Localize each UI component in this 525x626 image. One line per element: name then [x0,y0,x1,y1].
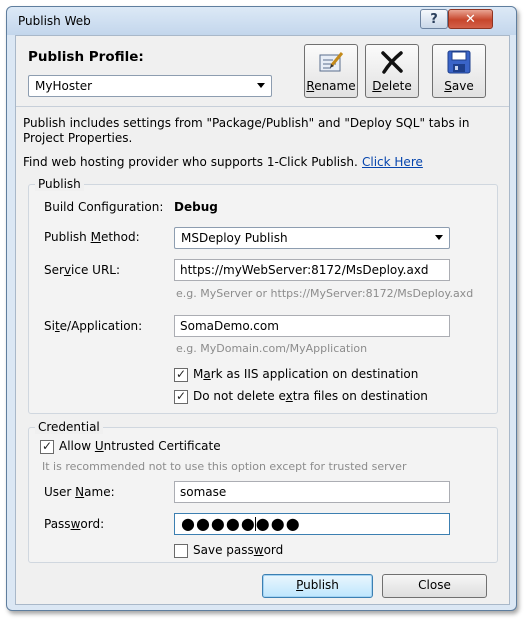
publish-web-dialog: Publish Web ? ✕ Publish Profile: MyHoste… [6,6,517,611]
save-password-label: Save password [193,543,284,557]
site-application-input[interactable]: SomaDemo.com [174,315,450,337]
close-button-label: Close [418,578,451,592]
header-separator [16,106,509,107]
publish-profile-label: Publish Profile: [28,49,144,65]
publish-profile-select[interactable]: MyHoster [28,75,272,97]
rename-icon [319,52,344,72]
checkmark-icon: ✓ [176,367,187,381]
do-not-delete-checkbox[interactable]: ✓ [174,389,188,404]
hosting-text: Find web hosting provider who supports 1… [23,155,358,169]
password-input[interactable]: ●●●●●●●● [174,513,450,535]
info-text-line1: Publish includes settings from "Package/… [23,116,470,130]
do-not-delete-label: Do not delete extra files on destination [193,389,428,403]
checkmark-icon: ✓ [42,439,53,453]
save-profile-button[interactable]: Save [432,44,486,98]
help-button[interactable]: ? [420,9,448,29]
password-label: Password: [44,517,105,531]
dialog-body: Publish Profile: MyHoster Rename Delete [15,35,510,605]
rename-button-label: Rename [306,79,356,93]
service-url-label: Service URL: [44,263,121,277]
user-name-input[interactable]: somase [174,481,450,503]
allow-untrusted-checkbox[interactable]: ✓ [40,439,54,454]
mark-iis-label: Mark as IIS application on destination [193,367,419,381]
checkmark-icon: ✓ [176,389,187,403]
chevron-down-icon [257,83,265,88]
allow-untrusted-label: Allow Untrusted Certificate [59,439,221,453]
user-name-value: somase [180,485,227,499]
floppy-disk-icon [447,50,471,74]
info-text-line2: Project Properties. [23,131,133,145]
publish-method-value: MSDeploy Publish [181,231,288,245]
password-mask: ●●●●●●●● [181,514,301,533]
delete-button[interactable]: Delete [365,44,419,98]
publish-group-label: Publish [35,177,84,191]
save-password-checkbox[interactable] [174,544,188,558]
text-caret [255,517,256,531]
service-url-input[interactable]: https://myWebServer:8172/MsDeploy.axd [174,259,450,281]
publish-profile-value: MyHoster [35,79,93,93]
close-button[interactable]: Close [382,574,487,598]
site-application-value: SomaDemo.com [180,319,279,333]
site-application-hint: e.g. MyDomain.com/MyApplication [176,342,368,355]
credential-group-label: Credential [35,420,103,434]
delete-button-label: Delete [372,79,412,93]
save-profile-button-label: Save [444,79,474,93]
user-name-label: User Name: [44,485,115,499]
publish-button[interactable]: Publish [262,574,373,598]
rename-button[interactable]: Rename [304,44,358,98]
publish-method-label: Publish Method: [44,230,140,244]
title-bar[interactable]: Publish Web ? ✕ [7,7,516,35]
publish-method-select[interactable]: MSDeploy Publish [174,227,450,249]
untrusted-warning-hint: It is recommended not to use this option… [42,460,407,473]
site-application-label: Site/Application: [44,319,143,333]
close-icon: ✕ [465,11,476,27]
service-url-value: https://myWebServer:8172/MsDeploy.axd [180,263,429,277]
delete-x-icon [381,51,403,74]
publish-button-label: Publish [296,578,339,592]
build-configuration-label: Build Configuration: [44,200,164,214]
close-window-button[interactable]: ✕ [448,9,493,29]
mark-iis-checkbox[interactable]: ✓ [174,367,188,382]
click-here-link[interactable]: Click Here [362,155,423,169]
help-icon: ? [430,11,438,27]
build-configuration-value: Debug [174,200,218,214]
service-url-hint: e.g. MyServer or https://MyServer:8172/M… [176,287,474,300]
window-title: Publish Web [18,14,91,28]
chevron-down-icon [435,235,443,240]
